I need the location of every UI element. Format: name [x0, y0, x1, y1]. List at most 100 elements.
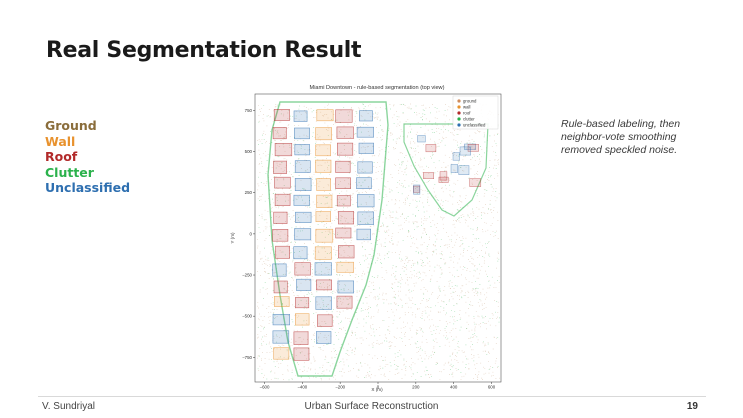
y-axis-label: Y (m) [230, 232, 235, 244]
footer-title: Urban Surface Reconstruction [304, 401, 439, 412]
building-block [336, 195, 351, 207]
building-block [335, 160, 351, 173]
building-block [335, 227, 352, 239]
building-block [315, 159, 332, 173]
building-block [294, 262, 311, 276]
building-block [293, 246, 308, 260]
building-block [357, 211, 375, 225]
building-block [315, 228, 334, 243]
building-block [337, 280, 355, 294]
building-block [272, 126, 287, 140]
building-block [315, 127, 332, 141]
building-block [338, 245, 355, 259]
building-block [314, 246, 332, 260]
building-block [458, 165, 470, 175]
y-tick-label: 500 [245, 149, 253, 154]
chart-title: Miami Downtown - rule-based segmentation… [310, 85, 445, 91]
building-block [459, 146, 471, 156]
legend-label-clutter: clutter [463, 117, 475, 122]
legend-marker-clutter [457, 117, 461, 121]
x-tick-label: 400 [450, 385, 458, 390]
building-block [358, 142, 374, 154]
building-block [314, 262, 332, 276]
legend-marker-roof [457, 111, 461, 115]
building-block [295, 313, 310, 326]
building-block [357, 161, 373, 174]
building-block [274, 193, 291, 206]
building-block [417, 135, 426, 143]
footer-page-number: 19 [686, 401, 698, 412]
building-block [316, 178, 331, 191]
segmentation-chart: Miami Downtown - rule-based segmentation… [230, 85, 502, 392]
slide-note: Rule-based labeling, then neighbor-vote … [561, 118, 681, 156]
legend-label-roof: roof [463, 111, 471, 116]
x-tick-label: 600 [488, 385, 496, 390]
legend-label-wall: wall [463, 105, 470, 110]
legend-unclassified: Unclassified [45, 180, 131, 195]
building-block [294, 160, 311, 173]
building-block [293, 347, 310, 361]
building-block [295, 297, 310, 309]
footer-divider [38, 396, 706, 397]
legend-clutter: Clutter [45, 164, 94, 180]
x-tick-label: −400 [297, 385, 307, 390]
building-block [293, 331, 309, 345]
legend-label-unclassified: unclassified [463, 123, 486, 128]
y-tick-label: −250 [242, 273, 252, 278]
chart-legend: groundwallroofclutterunclassified [452, 95, 499, 130]
building-block [273, 280, 288, 294]
legend-marker-unclassified [457, 123, 461, 127]
building-block [359, 110, 373, 122]
building-block [423, 172, 434, 179]
building-block [336, 261, 355, 273]
legend-wall: Wall [45, 133, 76, 149]
building-block [452, 152, 460, 161]
building-block [315, 296, 332, 310]
building-block [316, 109, 334, 122]
building-block [296, 278, 312, 291]
building-block [295, 211, 312, 223]
building-block [315, 211, 332, 222]
building-block [294, 127, 310, 140]
building-block [336, 295, 353, 309]
legend-label-ground: ground [463, 99, 477, 104]
building-block [294, 178, 312, 192]
building-block [272, 229, 289, 242]
building-block [272, 314, 291, 326]
building-block [469, 178, 482, 187]
building-block [335, 177, 351, 190]
building-block [316, 331, 332, 344]
class-legend-list: Ground Wall Roof Clutter Unclassified [45, 118, 130, 196]
legend-roof: Roof [45, 149, 78, 164]
building-block [274, 176, 291, 189]
y-tick-label: 0 [250, 231, 253, 236]
building-block [294, 144, 310, 156]
building-block [450, 164, 458, 173]
y-tick-label: −750 [242, 355, 252, 360]
building-block [273, 347, 290, 360]
building-block [293, 110, 308, 122]
slide-title: Real Segmentation Result [46, 38, 362, 63]
x-tick-label: −200 [335, 385, 345, 390]
building-block [273, 108, 290, 121]
building-block [425, 144, 437, 153]
building-block [272, 330, 290, 344]
building-block [274, 296, 290, 307]
legend-marker-wall [457, 105, 461, 109]
x-tick-label: 200 [412, 385, 420, 390]
building-block [337, 142, 354, 156]
building-block [336, 126, 354, 139]
building-block [338, 211, 355, 225]
building-block [275, 245, 290, 259]
building-block [294, 228, 312, 241]
building-block [316, 194, 333, 208]
segmentation-figure: Miami Downtown - rule-based segmentation… [228, 80, 503, 393]
y-tick-label: 250 [245, 190, 253, 195]
building-block [315, 144, 331, 157]
building-block [273, 160, 287, 174]
building-block [438, 176, 449, 183]
building-block [335, 109, 353, 123]
legend-ground: Ground [45, 118, 97, 133]
building-block [273, 211, 288, 224]
building-block [274, 142, 293, 157]
